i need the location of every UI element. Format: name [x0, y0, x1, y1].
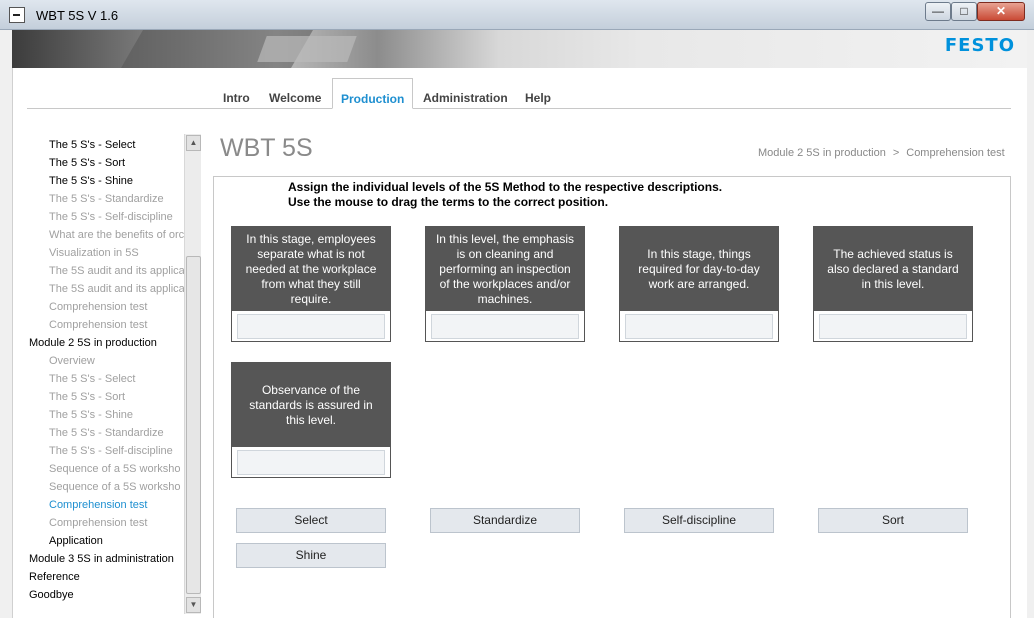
- draggable-term-self-discipline[interactable]: Self-discipline: [624, 508, 774, 533]
- drop-zone[interactable]: [237, 314, 385, 339]
- sidebar-item[interactable]: The 5 S's - Shine: [49, 406, 133, 424]
- sidebar-item[interactable]: The 5 S's - Self-discipline: [49, 442, 173, 460]
- sidebar-item[interactable]: Overview: [49, 352, 95, 370]
- sidebar-item[interactable]: The 5 S's - Standardize: [49, 424, 164, 442]
- title-bar: WBT 5S V 1.6 — □ ✕: [0, 0, 1034, 30]
- sidebar-item[interactable]: The 5 S's - Standardize: [49, 190, 164, 208]
- close-button[interactable]: ✕: [977, 2, 1025, 21]
- sidebar-scrollbar[interactable]: ▲ ▼: [184, 134, 201, 614]
- header-banner: FESTO: [12, 30, 1027, 68]
- draggable-term-select[interactable]: Select: [236, 508, 386, 533]
- tab-administration[interactable]: Administration: [423, 78, 508, 109]
- description-card: Observance of the standards is assured i…: [231, 362, 391, 478]
- draggable-term-standardize[interactable]: Standardize: [430, 508, 580, 533]
- description-text: Observance of the standards is assured i…: [232, 363, 390, 447]
- tab-production[interactable]: Production: [332, 78, 414, 109]
- maximize-button[interactable]: □: [951, 2, 977, 21]
- sidebar-item[interactable]: Comprehension test: [49, 514, 147, 532]
- sidebar-item[interactable]: The 5 S's - Select: [49, 370, 135, 388]
- tab-intro[interactable]: Intro: [223, 78, 250, 109]
- instruction-line: Use the mouse to drag the terms to the c…: [288, 195, 609, 209]
- instruction-line: Assign the individual levels of the 5S M…: [288, 180, 723, 194]
- instructions: Assign the individual levels of the 5S M…: [288, 180, 722, 210]
- sidebar-item[interactable]: Comprehension test: [49, 316, 147, 334]
- sidebar-item[interactable]: The 5 S's - Self-discipline: [49, 208, 173, 226]
- scroll-down-icon[interactable]: ▼: [186, 597, 201, 613]
- draggable-term-sort[interactable]: Sort: [818, 508, 968, 533]
- sidebar-item[interactable]: Sequence of a 5S worksho: [49, 478, 180, 496]
- draggable-term-shine[interactable]: Shine: [236, 543, 386, 568]
- page-title: WBT 5S: [220, 134, 313, 162]
- drop-zone[interactable]: [237, 450, 385, 475]
- tab-welcome[interactable]: Welcome: [269, 78, 321, 109]
- window-title: WBT 5S V 1.6: [36, 8, 119, 23]
- sidebar-module-item[interactable]: Module 2 5S in production: [29, 334, 157, 352]
- sidebar-item[interactable]: The 5 S's - Sort: [49, 388, 125, 406]
- breadcrumb-separator: >: [892, 147, 900, 159]
- festo-logo: FESTO: [944, 35, 1015, 56]
- sidebar-item[interactable]: Comprehension test: [49, 496, 147, 514]
- description-card: In this stage, employees separate what i…: [231, 226, 391, 342]
- breadcrumb-item: Comprehension test: [906, 147, 1005, 159]
- sidebar-item[interactable]: The 5 S's - Sort: [49, 154, 125, 172]
- sidebar-item[interactable]: The 5S audit and its applicat: [49, 262, 188, 280]
- description-card: In this stage, things required for day-t…: [619, 226, 779, 342]
- description-card: In this level, the emphasis is on cleani…: [425, 226, 585, 342]
- sidebar-module-item[interactable]: Goodbye: [29, 586, 74, 604]
- sidebar-item[interactable]: Comprehension test: [49, 298, 147, 316]
- sidebar-module-item[interactable]: Reference: [29, 568, 80, 586]
- sidebar-item[interactable]: Visualization in 5S: [49, 244, 139, 262]
- sidebar-module-item[interactable]: Module 3 5S in administration: [29, 550, 174, 568]
- description-card: The achieved status is also declared a s…: [813, 226, 973, 342]
- tab-help[interactable]: Help: [525, 78, 551, 109]
- drop-zone[interactable]: [819, 314, 967, 339]
- sidebar-item[interactable]: The 5S audit and its applicat: [49, 280, 188, 298]
- breadcrumb: Module 2 5S in production > Comprehension …: [758, 147, 1005, 159]
- sidebar-item[interactable]: The 5 S's - Shine: [49, 172, 133, 190]
- banner-machine-image-part: [257, 36, 357, 62]
- sidebar-item[interactable]: The 5 S's - Select: [49, 136, 135, 154]
- breadcrumb-item: Module 2 5S in production: [758, 147, 886, 159]
- scroll-thumb[interactable]: [186, 256, 201, 594]
- sidebar-item[interactable]: Application: [49, 532, 103, 550]
- drop-zone[interactable]: [431, 314, 579, 339]
- description-text: In this level, the emphasis is on cleani…: [426, 227, 584, 311]
- scroll-up-icon[interactable]: ▲: [186, 135, 201, 151]
- sidebar-item[interactable]: What are the benefits of orc: [49, 226, 184, 244]
- sidebar-nav: The 5 S's - Select The 5 S's - Sort The 5 …: [27, 134, 201, 614]
- description-text: The achieved status is also declared a s…: [814, 227, 972, 311]
- description-text: In this stage, employees separate what i…: [232, 227, 390, 311]
- drop-zone[interactable]: [625, 314, 773, 339]
- main-tabs: Intro Welcome Production Administration …: [27, 78, 1011, 109]
- app-icon: [9, 7, 25, 23]
- sidebar-item[interactable]: Sequence of a 5S worksho: [49, 460, 180, 478]
- description-text: In this stage, things required for day-t…: [620, 227, 778, 311]
- minimize-button[interactable]: —: [925, 2, 951, 21]
